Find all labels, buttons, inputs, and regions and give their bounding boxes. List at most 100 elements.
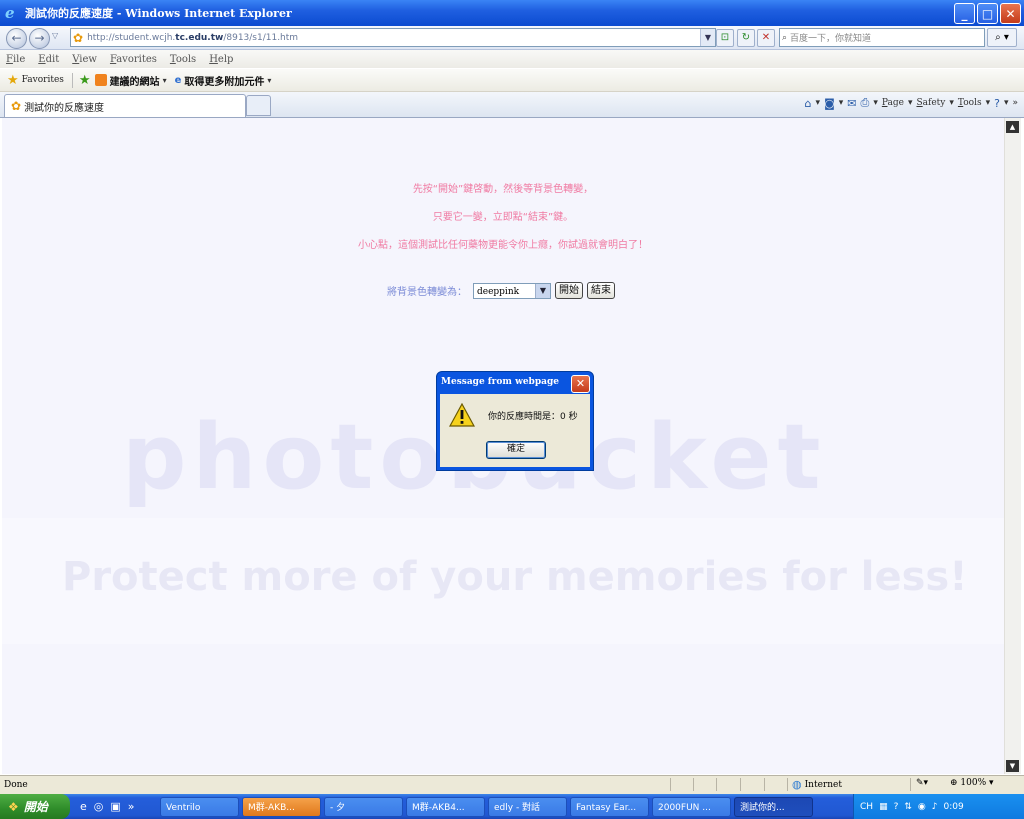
taskbar-item[interactable]: edly - 對話 [488, 796, 567, 817]
menu-bar: File Edit View Favorites Tools Help [0, 50, 1024, 68]
chevron-down-icon[interactable]: ▾ [163, 76, 167, 85]
taskbar-item[interactable]: Ventrilo [160, 796, 239, 817]
instruction-line-1: 先按“開始”鍵啓動，然後等背景色轉變， [412, 184, 594, 195]
globe-icon: ◍ [792, 778, 802, 791]
history-dropdown-icon[interactable]: ▽ [52, 31, 58, 40]
favorites-star-icon[interactable]: ★ [7, 73, 19, 88]
alert-dialog: Message from webpage ✕ 你的反應時間是：0 秒 確定 [436, 371, 594, 471]
network-icon[interactable]: ⇅ [904, 802, 912, 812]
home-icon[interactable]: ⌂ [805, 97, 812, 110]
language-indicator[interactable]: CH [860, 802, 873, 812]
dialog-title: Message from webpage [441, 377, 559, 387]
command-bar: ⌂ ▾ ◙ ▾ ✉ ⎙ ▾ Page ▾ Safety ▾ Tools ▾ ? ▾ » [804, 96, 1018, 110]
addons-link[interactable]: 取得更多附加元件 [184, 73, 264, 88]
browser-quicklaunch-icon[interactable]: ◎ [94, 800, 104, 813]
color-select-label: 將背景色轉變為： [387, 287, 467, 298]
taskbar-item[interactable]: 測試你的... [734, 796, 813, 817]
maximize-button[interactable]: □ [977, 3, 998, 24]
warning-icon [449, 403, 475, 427]
taskbar-item[interactable]: - 夕 [324, 796, 403, 817]
ok-button[interactable]: 確定 [486, 441, 546, 459]
menu-file[interactable]: File [6, 54, 25, 65]
end-button[interactable]: 結束 [587, 282, 615, 299]
address-bar: ← → ▽ ✿ http://student.wcjh.tc.edu.tw/89… [0, 26, 1024, 50]
forward-button[interactable]: → [29, 28, 50, 49]
address-dropdown-icon[interactable]: ▼ [700, 29, 715, 46]
task-buttons: Ventrilo M群-AKB... - 夕 M群-AKB4... edly - 對話 F… [160, 796, 816, 817]
tab-current[interactable]: ✿ 測試你的反應速度 [4, 94, 246, 117]
bluetooth-icon[interactable]: ◉ [918, 802, 926, 812]
window-title: 測試你的反應速度 - Windows Internet Explorer [25, 7, 292, 20]
search-button[interactable]: ⌕ ▾ [987, 28, 1017, 47]
ie-addon-icon: e [174, 74, 182, 86]
address-input[interactable]: ✿ http://student.wcjh.tc.edu.tw/8913/s1/… [70, 28, 716, 47]
menu-tools[interactable]: Tools [170, 54, 196, 65]
more-icon[interactable]: » [1012, 98, 1018, 108]
clock: 0:09 [943, 801, 964, 812]
color-select[interactable]: deeppink ▼ [473, 282, 551, 299]
compatibility-icon[interactable]: ⊡ [716, 29, 734, 47]
help-icon[interactable]: ? [894, 802, 899, 812]
favorites-button[interactable]: Favorites [22, 75, 64, 85]
menu-view[interactable]: View [72, 54, 97, 65]
site-favicon: ✿ [11, 99, 22, 113]
taskbar-item[interactable]: Fantasy Ear... [570, 796, 649, 817]
dialog-close-button[interactable]: ✕ [571, 375, 590, 393]
close-button[interactable]: ✕ [1000, 3, 1021, 24]
taskbar-item[interactable]: M群-AKB4... [406, 796, 485, 817]
suggested-sites-link[interactable]: 建議的網站 [110, 73, 160, 88]
system-tray: CH ▦ ? ⇅ ◉ ♪ 0:09 [853, 794, 1024, 819]
favorites-bar: ★ Favorites ★ 建議的網站 ▾ e 取得更多附加元件 ▾ [0, 69, 1024, 92]
print-icon[interactable]: ⎙ [861, 96, 870, 110]
chevron-down-icon[interactable]: ▾ [267, 76, 271, 85]
search-input[interactable]: ⌕ 百度一下，你就知道 [779, 28, 985, 47]
ie-quicklaunch-icon[interactable]: e [80, 800, 87, 813]
scroll-down-icon[interactable]: ▼ [1006, 760, 1019, 772]
vertical-scrollbar[interactable]: ▲ ▼ [1004, 118, 1021, 774]
protected-mode-icon[interactable]: ✎▾ [916, 778, 928, 788]
chevron-down-icon: ▼ [535, 283, 550, 298]
volume-icon[interactable]: ♪ [932, 802, 938, 812]
scroll-up-icon[interactable]: ▲ [1006, 121, 1019, 133]
control-row: 將背景色轉變為： deeppink ▼ 開始 結束 [387, 282, 619, 299]
media-quicklaunch-icon[interactable]: ▣ [110, 800, 120, 813]
menu-favorites[interactable]: Favorites [110, 54, 157, 65]
status-bar: Done ◍ Internet ✎▾ ⊕ 100% ▾ [0, 775, 1024, 794]
windows-flag-icon: ❖ [8, 799, 19, 814]
search-icon: ⌕ [782, 32, 788, 43]
title-bar: e 測試你的反應速度 - Windows Internet Explorer _… [0, 0, 1024, 26]
add-favorite-icon[interactable]: ★ [79, 73, 91, 88]
more-icon[interactable]: » [128, 800, 135, 813]
instruction-line-2: 只要它一變，立即點“結束”鍵。 [432, 212, 574, 223]
feeds-icon[interactable]: ◙ [824, 97, 835, 110]
refresh-icon[interactable]: ↻ [737, 29, 755, 47]
taskbar-item[interactable]: M群-AKB... [242, 796, 321, 817]
watermark-band-text: Protect more of your memories for less! [62, 554, 968, 600]
dialog-message: 你的反應時間是：0 秒 [488, 412, 578, 422]
quick-launch: e ◎ ▣ » [80, 800, 160, 813]
site-favicon: ✿ [73, 30, 84, 45]
status-text: Done [4, 780, 28, 790]
back-button[interactable]: ← [6, 28, 27, 49]
stop-icon[interactable]: ✕ [757, 29, 775, 47]
menu-help[interactable]: Help [209, 54, 233, 65]
menu-edit[interactable]: Edit [38, 54, 59, 65]
page-menu[interactable]: Page [882, 98, 904, 108]
tools-menu[interactable]: Tools [958, 98, 982, 108]
keyboard-icon[interactable]: ▦ [879, 802, 888, 812]
start-button[interactable]: 開始 [555, 282, 583, 299]
start-button-os[interactable]: ❖ 開始 [0, 794, 70, 819]
ie-icon: e [5, 4, 15, 22]
safety-menu[interactable]: Safety [916, 98, 945, 108]
taskbar: ❖ 開始 e ◎ ▣ » Ventrilo M群-AKB... - 夕 M群-AKB4… [0, 794, 1024, 819]
security-zone: ◍ Internet [792, 778, 842, 791]
help-icon[interactable]: ? [994, 97, 1000, 110]
suggested-sites-icon [94, 74, 107, 86]
tab-row: ✿ 測試你的反應速度 ⌂ ▾ ◙ ▾ ✉ ⎙ ▾ Page ▾ Safety ▾ Tool… [0, 92, 1024, 118]
mail-icon[interactable]: ✉ [847, 97, 856, 110]
zoom-level[interactable]: ⊕ 100% ▾ [950, 778, 994, 788]
new-tab-button[interactable] [246, 95, 271, 116]
minimize-button[interactable]: _ [954, 3, 975, 24]
taskbar-item[interactable]: 2000FUN ... [652, 796, 731, 817]
instruction-line-3: 小心點，這個測試比任何藥物更能令你上癮，你試過就會明白了！ [358, 240, 648, 251]
